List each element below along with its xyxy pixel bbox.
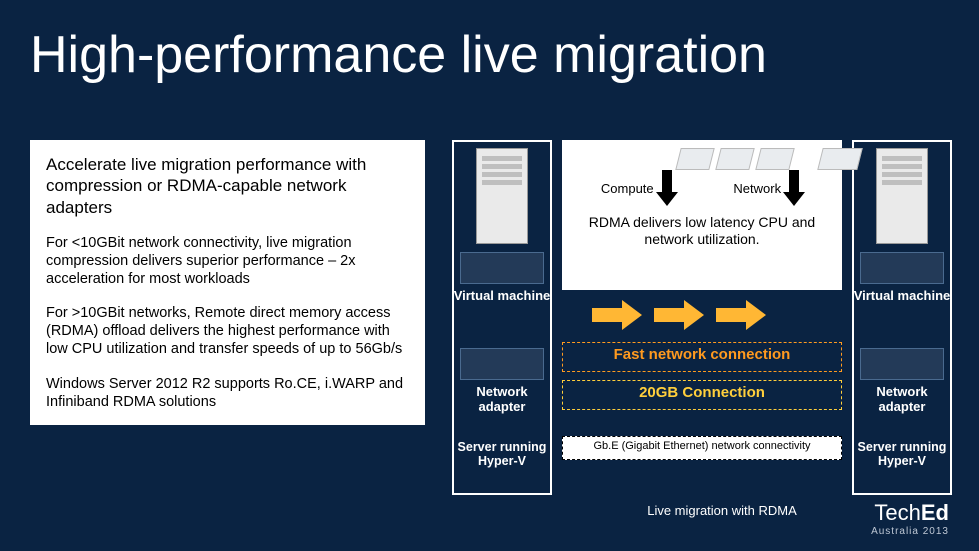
intro-paragraph: Accelerate live migration performance wi… xyxy=(46,154,409,218)
vm-label: Virtual machine xyxy=(452,288,552,303)
diagram-area: Virtual machine Network adapter Server r… xyxy=(452,140,952,520)
gb-connection-box: 20GB Connection xyxy=(562,380,842,410)
vm-box-icon xyxy=(460,252,544,284)
server-tower-icon xyxy=(476,148,528,244)
rdma-info-card: Compute Network RDMA delivers low latenc… xyxy=(562,140,842,290)
down-arrow-icon xyxy=(785,170,803,206)
vm-label: Virtual machine xyxy=(852,288,952,303)
network-adapter-label: Network adapter xyxy=(852,384,952,414)
transfer-arrows xyxy=(592,300,766,330)
compression-paragraph: For <10GBit network connectivity, live m… xyxy=(46,234,409,288)
right-arrow-icon xyxy=(592,300,642,330)
source-server-column: Virtual machine Network adapter Server r… xyxy=(452,140,552,495)
left-text-panel: Accelerate live migration performance wi… xyxy=(30,140,425,425)
server-running-label: Server running Hyper-V xyxy=(452,440,552,468)
right-arrow-icon xyxy=(716,300,766,330)
windows-server-paragraph: Windows Server 2012 R2 supports Ro.CE, i… xyxy=(46,375,409,411)
fast-network-box: Fast network connection xyxy=(562,342,842,372)
diagram-caption: Live migration with RDMA xyxy=(602,503,842,518)
rdma-description: RDMA delivers low latency CPU and networ… xyxy=(572,214,832,248)
dest-server-column: Virtual machine Network adapter Server r… xyxy=(852,140,952,495)
network-chip-icon xyxy=(817,148,862,170)
rdma-paragraph: For >10GBit networks, Remote direct memo… xyxy=(46,304,409,358)
right-arrow-icon xyxy=(654,300,704,330)
vm-box-icon xyxy=(860,252,944,284)
compute-label: Compute xyxy=(601,170,676,206)
server-tower-icon xyxy=(876,148,928,244)
slide-title: High-performance live migration xyxy=(30,25,767,85)
gbe-connectivity-box: Gb.E (Gigabit Ethernet) network connecti… xyxy=(562,436,842,460)
network-adapter-icon xyxy=(860,348,944,380)
network-adapter-icon xyxy=(460,348,544,380)
brand-subtext: Australia 2013 xyxy=(871,526,949,537)
down-arrow-icon xyxy=(658,170,676,206)
brand-text: TechEd xyxy=(871,500,949,526)
teched-logo: TechEd Australia 2013 xyxy=(871,500,949,537)
server-running-label: Server running Hyper-V xyxy=(852,440,952,468)
network-adapter-label: Network adapter xyxy=(452,384,552,414)
